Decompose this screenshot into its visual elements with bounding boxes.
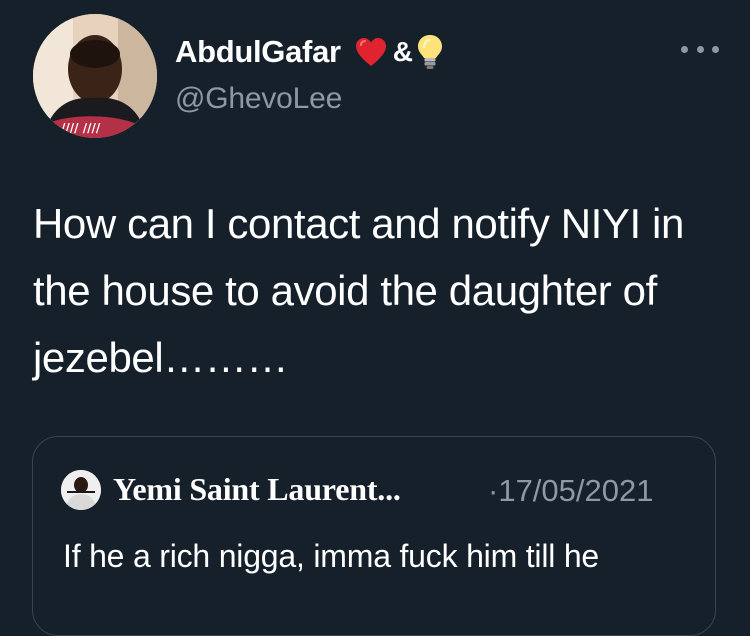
- tweet-text: How can I contact and notify NIYI in the…: [33, 200, 684, 381]
- author-display-name[interactable]: AbdulGafar &: [175, 34, 443, 70]
- red-heart-icon: [355, 37, 387, 67]
- quoted-tweet-date: ·17/05/2021: [488, 473, 654, 508]
- light-bulb-icon: [417, 34, 443, 70]
- quoted-author-avatar: [61, 470, 101, 510]
- more-dot: [712, 45, 719, 53]
- name-ampersand: &: [392, 36, 413, 67]
- author-avatar[interactable]: //// ////: [33, 14, 157, 138]
- quoted-author-name: Yemi Saint Laurent...: [113, 471, 401, 507]
- svg-text://// ////: //// ////: [61, 121, 101, 135]
- quoted-tweet-text: If he a rich nigga, imma fuck him till h…: [63, 538, 600, 574]
- more-horizontal-icon[interactable]: [681, 40, 719, 58]
- more-dot: [696, 45, 704, 53]
- quoted-tweet-card[interactable]: Yemi Saint Laurent... ·17/05/2021 If he …: [32, 436, 716, 636]
- author-name-text: AbdulGafar: [175, 34, 341, 69]
- more-dot: [681, 45, 688, 53]
- author-handle[interactable]: @GhevoLee: [175, 82, 342, 116]
